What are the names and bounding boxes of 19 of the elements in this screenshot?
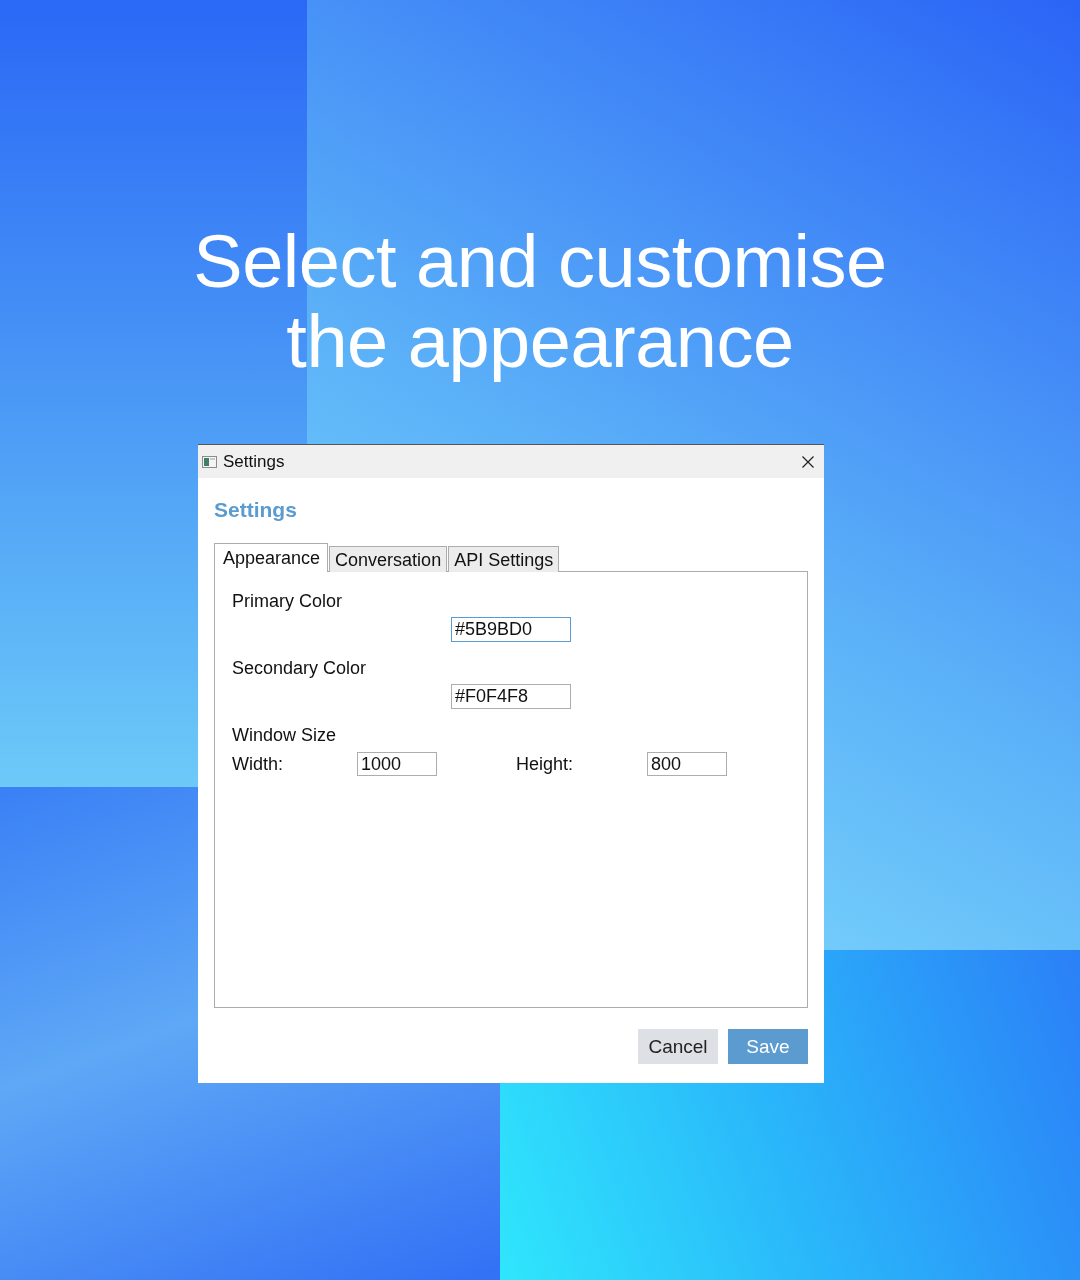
cancel-button[interactable]: Cancel <box>638 1029 718 1064</box>
input-field[interactable]: 800 <box>647 752 727 776</box>
field-label: Width: <box>232 753 284 775</box>
section-label: Window Size <box>232 724 337 746</box>
tab[interactable]: Appearance <box>214 543 329 572</box>
tab[interactable]: Conversation <box>329 546 448 572</box>
headline: Select and customise the appearance <box>192 222 888 382</box>
field-label: Height: <box>516 753 575 775</box>
settings-heading: Settings <box>214 497 298 523</box>
window-icon <box>202 455 217 468</box>
input-field[interactable]: 1000 <box>357 752 437 776</box>
window-title: Settings <box>223 451 285 472</box>
field-label: Secondary Color <box>232 657 367 679</box>
input-field[interactable]: #F0F4F8 <box>451 684 571 709</box>
field-label: Primary Color <box>232 590 342 612</box>
tab[interactable]: API Settings <box>448 546 560 572</box>
input-field[interactable]: #5B9BD0 <box>451 617 571 642</box>
close-icon <box>802 455 814 468</box>
close-button[interactable] <box>800 453 816 470</box>
